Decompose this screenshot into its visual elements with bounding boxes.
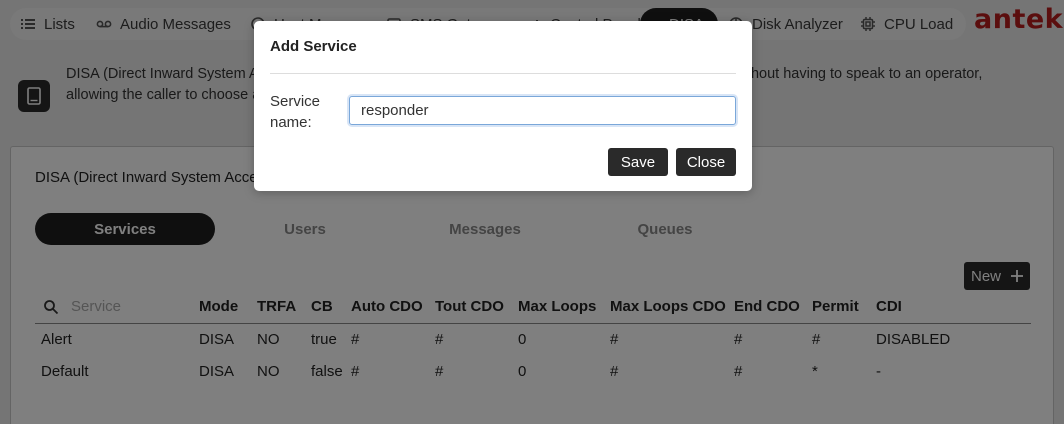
save-button[interactable]: Save [608,148,668,176]
dialog-title: Add Service [270,38,357,55]
add-service-dialog: Add Service Service name: Save Close [254,21,752,191]
dialog-divider [270,73,736,74]
close-button[interactable]: Close [676,148,736,176]
service-name-label: Service name: [270,93,321,131]
service-name-input[interactable] [349,96,736,125]
